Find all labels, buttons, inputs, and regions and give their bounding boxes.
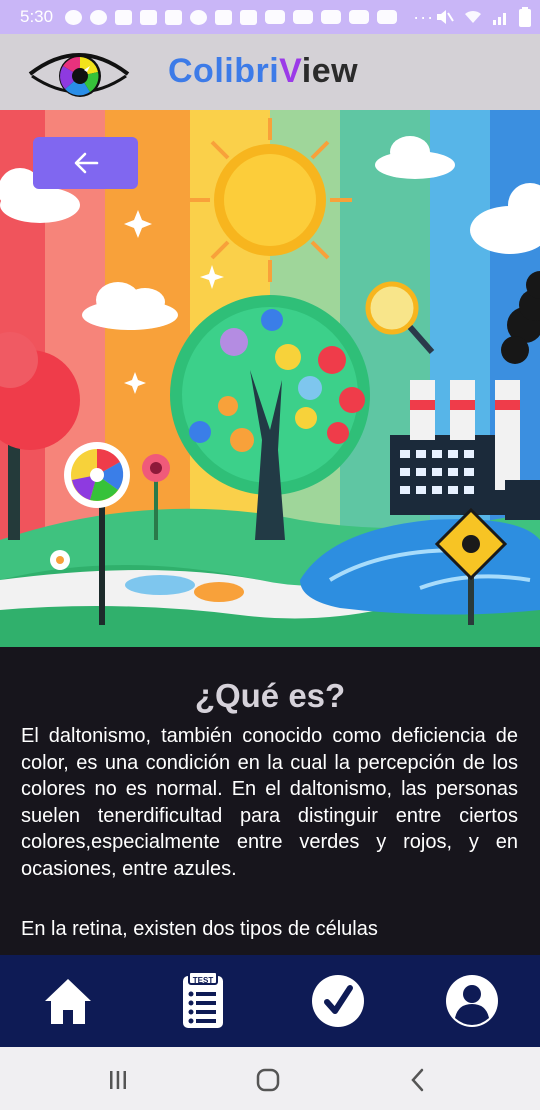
more-dots-icon: ···	[413, 6, 435, 27]
arrow-left-icon	[74, 152, 98, 174]
youtube-icon	[265, 10, 286, 24]
status-system-icons	[434, 7, 532, 27]
profile-icon	[446, 975, 498, 1027]
colibriview-logo-eye-icon	[28, 53, 130, 97]
nav-profile-button[interactable]	[442, 971, 502, 1031]
nav-home-button[interactable]	[38, 971, 98, 1031]
battery-icon	[519, 7, 532, 27]
article-paragraph: En la retina, existen dos tipos de célul…	[21, 918, 378, 940]
app-brand-title: ColibriView	[168, 52, 358, 91]
color-blindness-landscape-image	[0, 110, 540, 647]
signal-icon	[493, 13, 507, 25]
notification-icon	[65, 9, 83, 25]
recent-apps-icon	[110, 1071, 126, 1089]
status-time: 5:30	[20, 7, 54, 26]
back-chevron-icon	[411, 1068, 424, 1092]
brand-part2: V	[279, 52, 302, 90]
status-bar: 5:30 ···	[0, 0, 540, 34]
settings-icon	[90, 9, 108, 25]
back-button[interactable]	[33, 137, 138, 189]
instagram-icon	[115, 9, 133, 25]
system-navigation-bar	[0, 1047, 540, 1110]
test-badge-label: TEST	[192, 976, 214, 985]
article-paragraph: El daltonismo, también conocido como def…	[21, 725, 518, 880]
mute-icon	[437, 10, 454, 24]
chat-icon	[140, 9, 158, 25]
hero-illustration	[0, 110, 540, 647]
status-notification-icons: ···	[65, 7, 434, 28]
nav-results-button[interactable]	[308, 971, 368, 1031]
youtube-icon	[293, 10, 314, 24]
message-icon	[165, 9, 183, 25]
section-title: ¿Qué es?	[194, 677, 346, 714]
app-icon	[240, 9, 258, 25]
nav-test-button[interactable]: TEST	[173, 971, 233, 1031]
home-circle-icon	[256, 1068, 280, 1092]
article-content: ¿Qué es? El daltonismo, también conocido…	[0, 647, 540, 955]
checkmark-icon	[312, 975, 364, 1027]
recent-apps-button[interactable]	[103, 1065, 133, 1095]
app-icon	[215, 9, 233, 25]
app-header: ColibriView	[0, 34, 540, 110]
youtube-icon	[349, 10, 370, 24]
system-back-button[interactable]	[403, 1065, 433, 1095]
youtube-icon	[377, 10, 398, 24]
youtube-icon	[321, 10, 342, 24]
app-icon	[190, 9, 208, 25]
home-icon	[45, 979, 91, 1024]
bottom-navigation-bar: TEST	[0, 955, 540, 1047]
wifi-icon	[465, 10, 482, 23]
brand-part3: iew	[301, 52, 359, 90]
brand-part1: Colibri	[168, 52, 280, 90]
system-home-button[interactable]	[253, 1065, 283, 1095]
